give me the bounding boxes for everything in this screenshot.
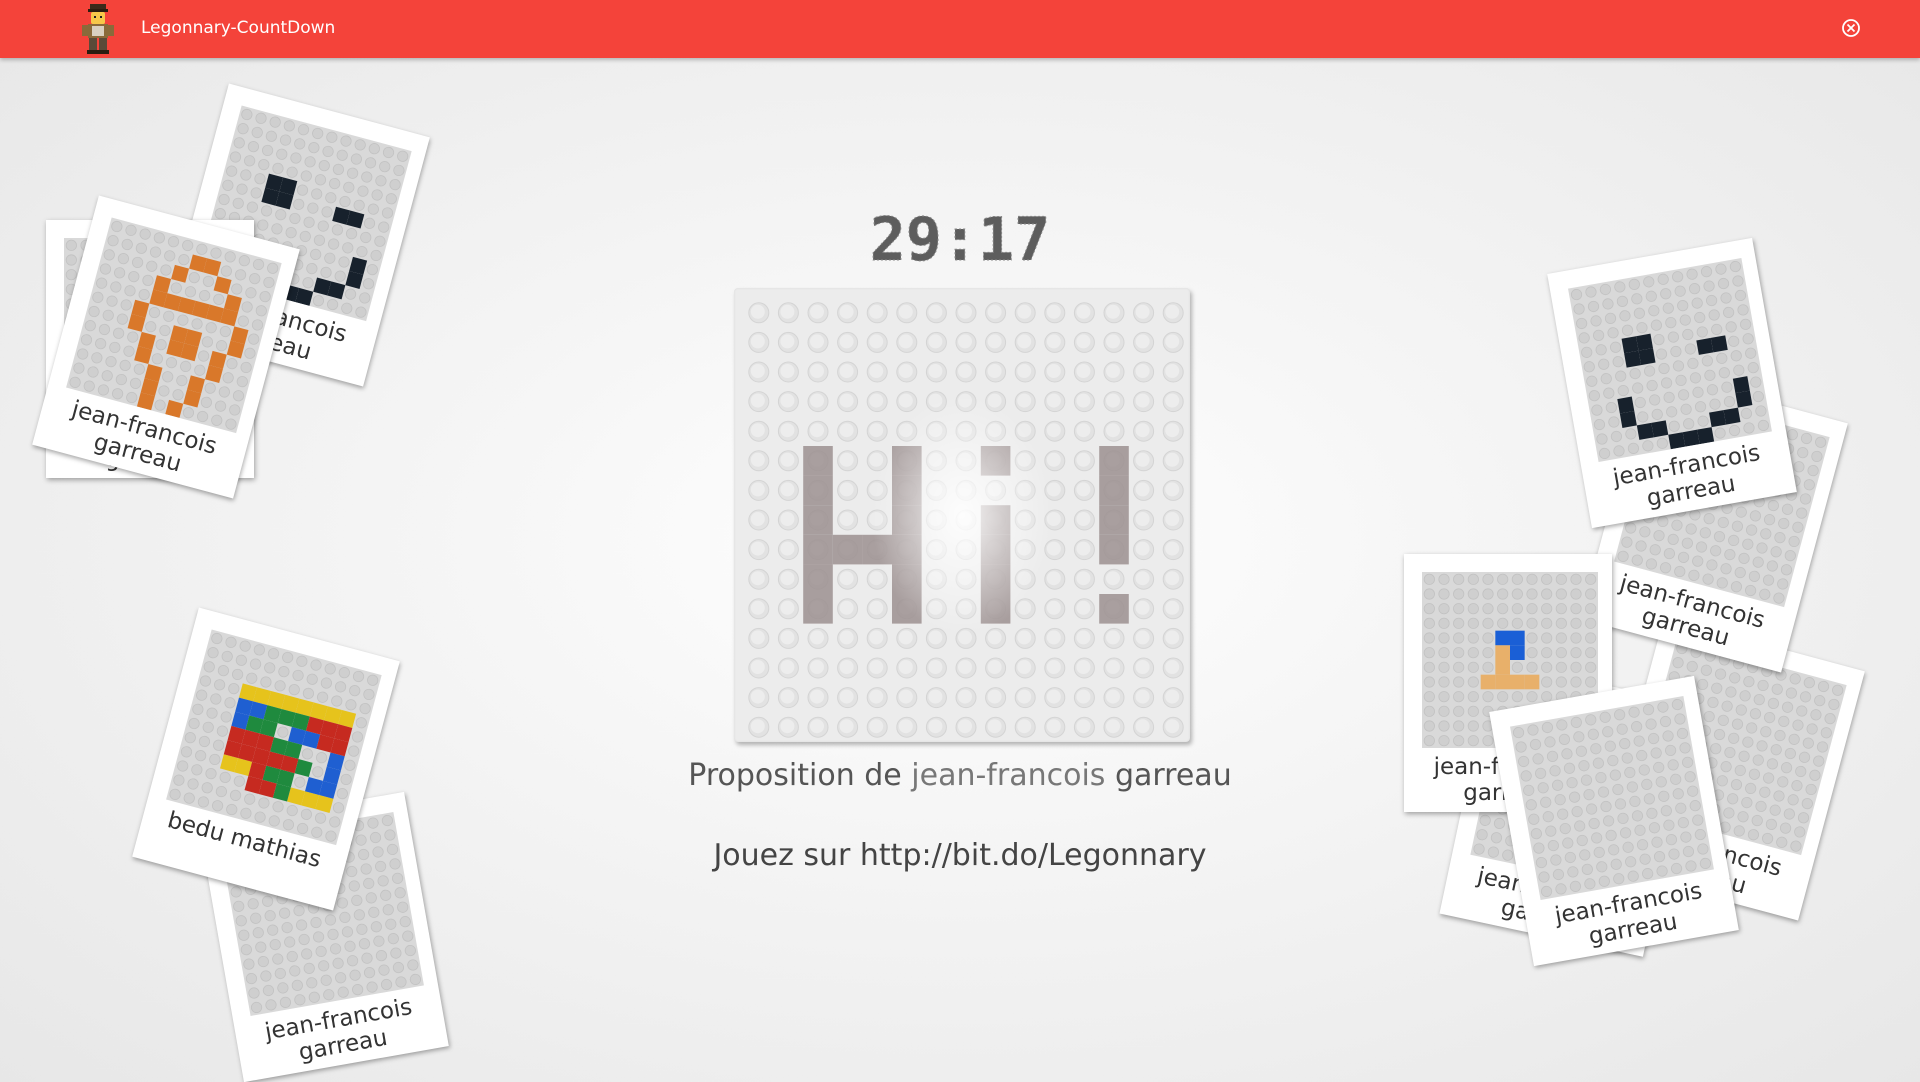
app-title: Legonnary-CountDown [141, 18, 336, 38]
countdown-timer-text: 29:17 [870, 208, 1051, 272]
close-icon[interactable] [1840, 17, 1862, 39]
artwork-thumbnail [1568, 258, 1772, 462]
artwork-thumbnail [1510, 696, 1714, 900]
brick-board-canvas [748, 302, 1184, 738]
brick-board [734, 288, 1190, 742]
lego-minifigure-logo-icon [82, 4, 114, 54]
countdown-timer: 29:17 [869, 208, 1051, 272]
polaroid-card[interactable]: jean-francois garreau [1547, 237, 1797, 529]
artwork-thumbnail [66, 217, 282, 434]
play-url-text: Jouez sur http://bit.do/Legonnary [713, 838, 1207, 873]
proposal-prefix: Proposition de [688, 758, 912, 793]
proposal-author-last: garreau [1105, 758, 1232, 793]
artwork-thumbnail [166, 629, 382, 846]
proposal-text: Proposition de jean-francois garreau [560, 758, 1360, 793]
polaroid-card[interactable]: jean-francois garreau [1489, 675, 1739, 967]
app-bar: Legonnary-CountDown [0, 0, 1920, 58]
proposal-author-first: jean-francois [911, 758, 1106, 793]
